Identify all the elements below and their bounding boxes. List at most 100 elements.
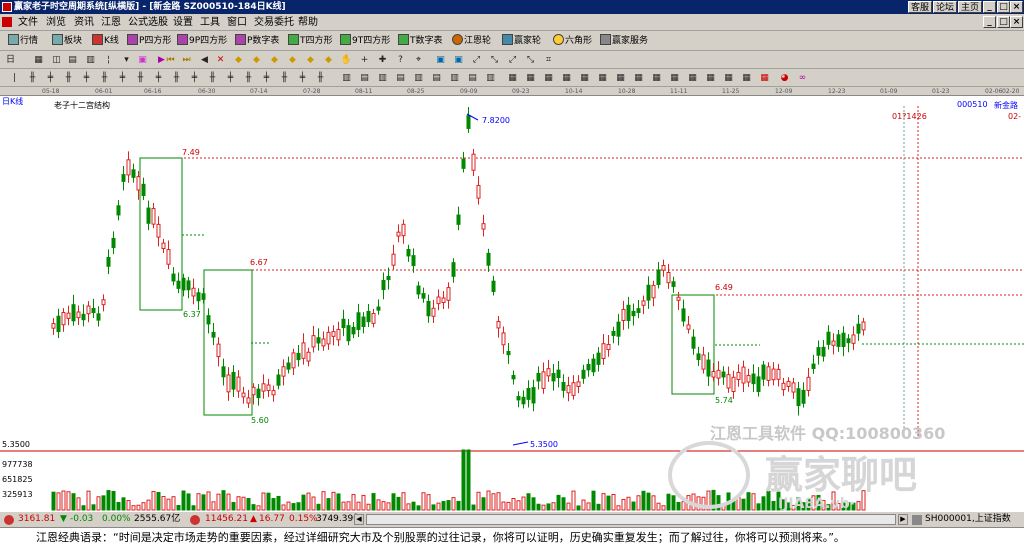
toolbar2-tool-2[interactable]: ◫ xyxy=(50,54,63,66)
toolbar2-tool-12[interactable]: ✕ xyxy=(214,54,227,66)
toolbar3-tool-18[interactable]: ╫ xyxy=(314,72,327,84)
toolbar3-tool-20[interactable]: ▤ xyxy=(358,72,371,84)
toolbar2-tool-6[interactable]: ▾ xyxy=(120,54,133,66)
toolbar3-tool-8[interactable]: ╫ xyxy=(134,72,147,84)
toolbar2-tool-28[interactable]: ⤢ xyxy=(506,54,519,66)
menu-trade[interactable]: 交易委托 xyxy=(254,16,294,29)
tool-9t-square[interactable]: 9T四方形 xyxy=(340,34,390,48)
toolbar3-tool-37[interactable]: ▦ xyxy=(668,72,681,84)
toolbar3-tool-41[interactable]: ▦ xyxy=(740,72,753,84)
toolbar2-tool-25[interactable]: ▣ xyxy=(452,54,465,66)
menu-gann[interactable]: 江恩 xyxy=(101,16,121,29)
menu-info[interactable]: 资讯 xyxy=(74,16,94,29)
toolbar2-tool-30[interactable]: ⌗ xyxy=(542,54,555,66)
doc-restore-button[interactable]: □ xyxy=(997,16,1010,28)
toolbar2-tool-29[interactable]: ⤡ xyxy=(524,54,537,66)
toolbar3-tool-40[interactable]: ▦ xyxy=(722,72,735,84)
tool-winner-wheel[interactable]: 赢家轮 xyxy=(502,34,541,48)
toolbar3-tool-42[interactable]: ▦ xyxy=(758,72,771,84)
maximize-button[interactable]: □ xyxy=(997,1,1010,13)
toolbar2-tool-18[interactable]: ◆ xyxy=(322,54,335,66)
toolbar3-tool-34[interactable]: ▦ xyxy=(614,72,627,84)
menu-browse[interactable]: 浏览 xyxy=(46,16,66,29)
toolbar3-tool-13[interactable]: ╪ xyxy=(224,72,237,84)
tool-winner-service[interactable]: 赢家服务 xyxy=(600,34,648,48)
tool-p-table[interactable]: P数字表 xyxy=(235,34,279,48)
toolbar2-tool-3[interactable]: ▤ xyxy=(66,54,79,66)
toolbar2-tool-16[interactable]: ◆ xyxy=(286,54,299,66)
tool-t-square[interactable]: T四方形 xyxy=(288,34,333,48)
scroll-right-button[interactable]: ▶ xyxy=(898,514,908,525)
toolbar3-tool-19[interactable]: ▥ xyxy=(340,72,353,84)
tool-kline[interactable]: K线 xyxy=(92,34,119,48)
toolbar3-tool-4[interactable]: ╫ xyxy=(62,72,75,84)
toolbar3-tool-38[interactable]: ▦ xyxy=(686,72,699,84)
toolbar3-tool-25[interactable]: ▥ xyxy=(448,72,461,84)
tool-hexagon[interactable]: 六角形 xyxy=(553,34,592,48)
toolbar2-tool-15[interactable]: ◆ xyxy=(268,54,281,66)
toolbar3-tool-9[interactable]: ╪ xyxy=(152,72,165,84)
toolbar2-tool-21[interactable]: ✚ xyxy=(376,54,389,66)
toolbar3-tool-10[interactable]: ╫ xyxy=(170,72,183,84)
toolbar2-tool-17[interactable]: ◆ xyxy=(304,54,317,66)
toolbar2-tool-20[interactable]: + xyxy=(358,54,371,66)
toolbar3-tool-33[interactable]: ▦ xyxy=(596,72,609,84)
period-selector[interactable]: 日 xyxy=(6,54,22,66)
tool-gann-wheel[interactable]: 江恩轮 xyxy=(452,34,491,48)
close-button[interactable]: × xyxy=(1010,1,1023,13)
menu-formula[interactable]: 公式选股 xyxy=(128,16,168,29)
tool-9p-square[interactable]: 9P四方形 xyxy=(177,34,227,48)
menu-window[interactable]: 窗口 xyxy=(227,16,247,29)
toolbar3-tool-15[interactable]: ╪ xyxy=(260,72,273,84)
toolbar2-tool-13[interactable]: ◆ xyxy=(232,54,245,66)
toolbar2-tool-23[interactable]: ⌖ xyxy=(412,54,425,66)
toolbar3-tool-22[interactable]: ▤ xyxy=(394,72,407,84)
link-support[interactable]: 客服 xyxy=(908,1,932,13)
tool-sectors[interactable]: 板块 xyxy=(52,34,82,48)
toolbar3-tool-17[interactable]: ╪ xyxy=(296,72,309,84)
minimize-button[interactable]: _ xyxy=(983,1,996,13)
toolbar2-tool-4[interactable]: ▥ xyxy=(84,54,97,66)
tool-p-square[interactable]: P四方形 xyxy=(127,34,171,48)
toolbar3-tool-14[interactable]: ╫ xyxy=(242,72,255,84)
toolbar3-tool-16[interactable]: ╫ xyxy=(278,72,291,84)
toolbar3-tool-32[interactable]: ▦ xyxy=(578,72,591,84)
toolbar3-tool-7[interactable]: ╪ xyxy=(116,72,129,84)
toolbar2-tool-11[interactable]: ◀ xyxy=(198,54,211,66)
toolbar3-tool-28[interactable]: ▦ xyxy=(506,72,519,84)
pie-icon[interactable]: ◕ xyxy=(778,72,791,84)
menu-help[interactable]: 帮助 xyxy=(298,16,318,29)
link-home[interactable]: 主页 xyxy=(958,1,982,13)
toolbar3-tool-2[interactable]: ╫ xyxy=(26,72,39,84)
tool-quotes[interactable]: 行情 xyxy=(8,34,38,48)
toolbar3-tool-30[interactable]: ▦ xyxy=(542,72,555,84)
toolbar3-tool-21[interactable]: ▥ xyxy=(376,72,389,84)
doc-minimize-button[interactable]: _ xyxy=(983,16,996,28)
menu-file[interactable]: 文件 xyxy=(18,16,38,29)
toolbar3-tool-39[interactable]: ▦ xyxy=(704,72,717,84)
sz-index[interactable]: 11456.21 xyxy=(205,512,248,527)
toolbar3-tool-3[interactable]: ╪ xyxy=(44,72,57,84)
status-scrollbar[interactable] xyxy=(366,514,896,525)
toolbar3-tool-5[interactable]: ╪ xyxy=(80,72,93,84)
kline-chart[interactable]: 日K线 老子十二宫结构 000510 新金路 02- 01?1426 7.49 … xyxy=(0,96,1024,512)
infinity-icon[interactable]: ∞ xyxy=(796,72,809,84)
tool-t-table[interactable]: T数字表 xyxy=(398,34,443,48)
scroll-left-button[interactable]: ◀ xyxy=(354,514,364,525)
toolbar2-tool-27[interactable]: ⤡ xyxy=(488,54,501,66)
doc-close-button[interactable]: × xyxy=(1010,16,1023,28)
toolbar2-tool-24[interactable]: ▣ xyxy=(434,54,447,66)
sh-index[interactable]: 3161.81 xyxy=(18,512,55,527)
toolbar3-tool-31[interactable]: ▦ xyxy=(560,72,573,84)
link-forum[interactable]: 论坛 xyxy=(933,1,957,13)
toolbar3-tool-26[interactable]: ▤ xyxy=(466,72,479,84)
toolbar3-tool-12[interactable]: ╫ xyxy=(206,72,219,84)
toolbar2-tool-26[interactable]: ⤢ xyxy=(470,54,483,66)
menu-settings[interactable]: 设置 xyxy=(173,16,193,29)
toolbar3-tool-29[interactable]: ▦ xyxy=(524,72,537,84)
toolbar3-tool-36[interactable]: ▦ xyxy=(650,72,663,84)
toolbar3-tool-27[interactable]: ▥ xyxy=(484,72,497,84)
menu-tools[interactable]: 工具 xyxy=(200,16,220,29)
toolbar3-tool-11[interactable]: ╪ xyxy=(188,72,201,84)
toolbar3-tool-35[interactable]: ▦ xyxy=(632,72,645,84)
